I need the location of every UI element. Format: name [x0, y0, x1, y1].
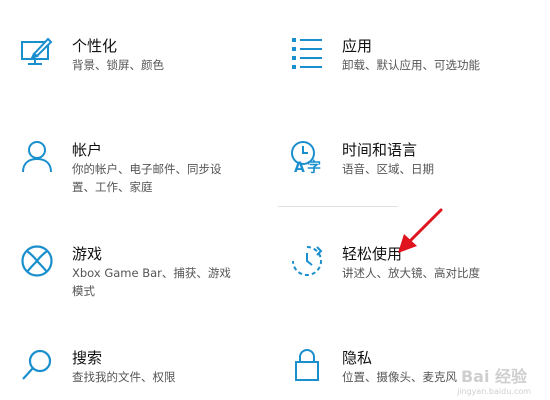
- tile-description: 语音、区域、日期: [342, 162, 434, 176]
- ease-of-access-icon: [290, 244, 324, 278]
- tile-title: 个性化: [72, 37, 118, 55]
- tile-title: 应用: [342, 37, 373, 55]
- tile-description: Xbox Game Bar、捕获、游戏模式: [72, 266, 231, 298]
- baidu-jingyan-watermark: Bai 经验 jingyan.baidu.com: [444, 364, 544, 398]
- apps-icon: [290, 36, 324, 70]
- tile-time-language[interactable]: A 字 时间和语言 语音、区域、日期: [290, 140, 510, 200]
- tile-title: 轻松使用: [342, 245, 403, 263]
- watermark-text: Bai 经验: [461, 367, 528, 386]
- tile-title: 时间和语言: [342, 141, 418, 159]
- tile-title: 游戏: [72, 245, 103, 263]
- tile-gaming[interactable]: 游戏 Xbox Game Bar、捕获、游戏模式: [20, 244, 245, 304]
- watermark-subtext: jingyan.baidu.com: [456, 387, 531, 396]
- tile-personalization[interactable]: 个性化 背景、锁屏、颜色: [20, 36, 240, 96]
- annotation-arrow-icon: [395, 206, 445, 256]
- search-icon: [20, 348, 54, 382]
- time-language-icon: A 字: [290, 140, 324, 174]
- lock-icon: [290, 348, 324, 382]
- svg-text:A: A: [294, 160, 305, 174]
- tile-description: 卸载、默认应用、可选功能: [342, 58, 480, 72]
- personalization-icon: [20, 36, 54, 70]
- account-icon: [20, 140, 54, 174]
- tile-description: 讲述人、放大镜、高对比度: [342, 266, 480, 280]
- divider: [278, 206, 398, 207]
- svg-text:字: 字: [307, 159, 321, 174]
- xbox-icon: [20, 244, 54, 278]
- tile-description: 查找我的文件、权限: [72, 370, 176, 384]
- tile-title: 搜索: [72, 349, 103, 367]
- tile-accounts[interactable]: 帐户 你的帐户、电子邮件、同步设置、工作、家庭: [20, 140, 245, 200]
- tile-title: 帐户: [72, 141, 103, 159]
- tile-description: 背景、锁屏、颜色: [72, 58, 164, 72]
- tile-search[interactable]: 搜索 查找我的文件、权限: [20, 348, 240, 398]
- tile-description: 你的帐户、电子邮件、同步设置、工作、家庭: [72, 162, 222, 194]
- tile-apps[interactable]: 应用 卸载、默认应用、可选功能: [290, 36, 510, 96]
- tile-title: 隐私: [342, 349, 373, 367]
